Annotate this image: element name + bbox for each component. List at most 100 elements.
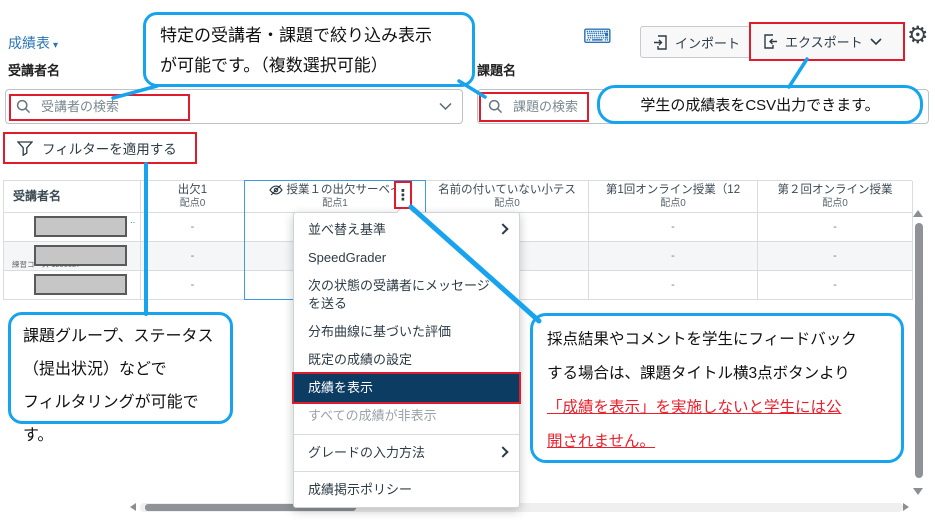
menu-item-6: すべての成績が非表示 <box>294 402 519 430</box>
grade-cell[interactable]: - <box>141 271 245 300</box>
callout-csv-export: 学生の成績表をCSV出力できます。 <box>597 85 923 124</box>
menu-item-5[interactable]: 成績を表示 <box>294 374 519 402</box>
name-redaction-box <box>34 274 127 295</box>
scroll-left-arrow[interactable] <box>130 503 136 511</box>
menu-item-2[interactable]: 次の状態の受講者にメッセージを送る <box>294 272 519 318</box>
column-title: 名前の付いていない小テス <box>438 184 576 197</box>
menu-item-label: すべての成績が非表示 <box>308 408 437 423</box>
apply-filters-button[interactable]: フィルターを適用する <box>3 132 197 164</box>
menu-item-label: 次の状態の受講者にメッセージを送る <box>308 278 490 311</box>
callout-line: が可能です。（複数選択可能） <box>160 51 458 81</box>
search-icon <box>16 99 31 114</box>
callout-feedback: 採点結果やコメントを学生にフィードバック する場合は、課題タイトル横3点ボタンよ… <box>530 313 904 463</box>
student-search-combobox[interactable] <box>5 89 463 124</box>
student-name-cell[interactable] <box>4 271 141 300</box>
grade-cell[interactable]: - <box>758 271 913 300</box>
import-button-label: インポート <box>675 33 740 52</box>
menu-item-1[interactable]: SpeedGrader <box>294 244 519 272</box>
column-header-1[interactable]: 出欠1配点0 <box>141 181 245 213</box>
column-title: 受講者名 <box>13 190 61 203</box>
column-title: 第２回オンライン授業 <box>778 184 893 197</box>
assignment-filter-label: 課題名 <box>477 60 516 79</box>
column-title: 出欠1 <box>178 184 207 197</box>
grade-cell[interactable]: - <box>141 242 245 271</box>
callout-line-red: 開されません。 <box>547 425 887 459</box>
export-icon <box>763 34 778 49</box>
student-search-input[interactable] <box>39 98 431 115</box>
menu-divider <box>294 471 519 472</box>
column-points: 配点1 <box>322 197 348 210</box>
menu-item-label: 成績を表示 <box>308 380 373 395</box>
column-points: 配点0 <box>180 197 206 210</box>
menu-item-label: 既定の成績の設定 <box>308 352 412 367</box>
scroll-up-arrow[interactable] <box>913 210 923 217</box>
page-title: 成績表 <box>8 35 50 51</box>
grade-cell[interactable]: - <box>589 271 758 300</box>
grades-hidden-eye-off-icon <box>269 184 283 196</box>
kebab-icon: ⋮ <box>396 186 411 204</box>
callout-line: （提出状況）などで <box>23 353 218 386</box>
funnel-icon <box>17 141 33 156</box>
gear-icon[interactable]: ⚙ <box>907 24 929 48</box>
chevron-right-icon <box>497 446 508 457</box>
menu-item-7[interactable]: グレードの入力方法 <box>294 439 519 467</box>
gradebook-menu-link[interactable]: 成績表▾ <box>8 33 58 53</box>
import-icon <box>653 35 668 50</box>
student-filter-label: 受講者名 <box>8 60 60 79</box>
column-options-menu: 並べ替え基準 SpeedGrader 次の状態の受講者にメッセージを送る分布曲線に基… <box>293 212 520 508</box>
callout-line: フィルタリングが可能です。 <box>23 386 218 452</box>
column-header-0[interactable]: 受講者名 <box>4 181 141 213</box>
search-icon <box>488 99 503 114</box>
callout-line-red: 「成績を表示」を実施しないと学生には公 <box>547 391 887 425</box>
menu-divider <box>294 434 519 435</box>
chevron-down-icon[interactable] <box>439 102 452 111</box>
grade-cell[interactable]: - <box>758 242 913 271</box>
chevron-down-icon <box>870 38 882 46</box>
grade-cell[interactable]: - <box>589 242 758 271</box>
scroll-down-arrow[interactable] <box>913 488 923 495</box>
column-title: 授業１の出欠サーベイ <box>287 184 402 197</box>
column-title: 第1回オンライン授業（12 <box>606 184 740 197</box>
grade-cell[interactable]: - <box>758 213 913 242</box>
chevron-right-icon <box>497 223 508 234</box>
export-button-label: エクスポート <box>785 32 863 51</box>
menu-item-4[interactable]: 既定の成績の設定 <box>294 346 519 374</box>
menu-item-label: 並べ替え基準 <box>308 222 386 237</box>
name-overflow-dots: ‥ <box>130 216 135 225</box>
column-header-3[interactable]: 名前の付いていない小テス配点0 <box>426 181 589 213</box>
import-button[interactable]: インポート <box>640 26 753 58</box>
apply-filters-label: フィルターを適用する <box>42 138 177 158</box>
menu-item-label: 成績掲示ポリシー <box>308 482 412 497</box>
grade-cell[interactable]: - <box>141 213 245 242</box>
menu-item-0[interactable]: 並べ替え基準 <box>294 216 519 244</box>
menu-item-8[interactable]: 成績掲示ポリシー <box>294 476 519 504</box>
column-points: 配点0 <box>660 197 686 210</box>
grade-cell[interactable]: - <box>589 213 758 242</box>
column-points: 配点0 <box>822 197 848 210</box>
menu-item-label: グレードの入力方法 <box>308 445 425 460</box>
callout-line: 学生の成績表をCSV出力できます。 <box>640 94 879 115</box>
vertical-scrollbar[interactable] <box>915 223 923 478</box>
column-header-4[interactable]: 第1回オンライン授業（12配点0 <box>589 181 758 213</box>
student-name-cell[interactable]: ‥ <box>4 213 141 242</box>
student-name-cell[interactable]: 練習コース 1200027 <box>4 242 141 271</box>
caret-down-icon: ▾ <box>53 40 58 51</box>
export-annotation-box: エクスポート <box>749 22 905 61</box>
callout-filter-search: 特定の受講者・課題で絞り込み表示 が可能です。（複数選択可能） <box>143 12 475 87</box>
callout-line: 課題グループ、ステータス <box>23 320 218 353</box>
callout-filter-groups: 課題グループ、ステータス （提出状況）などで フィルタリングが可能です。 <box>8 312 233 424</box>
export-button[interactable]: エクスポート <box>751 24 903 59</box>
callout-line: 特定の受講者・課題で絞り込み表示 <box>160 21 458 51</box>
menu-item-label: 分布曲線に基づいた評価 <box>308 324 451 339</box>
menu-item-3[interactable]: 分布曲線に基づいた評価 <box>294 318 519 346</box>
name-redaction-box <box>34 245 127 266</box>
menu-item-label: SpeedGrader <box>308 250 386 265</box>
name-redaction-box <box>34 216 127 237</box>
column-options-kebab-button[interactable]: ⋮ <box>394 181 412 209</box>
callout-line: 採点結果やコメントを学生にフィードバック <box>547 323 887 357</box>
column-points: 配点0 <box>494 197 520 210</box>
keyboard-shortcuts-icon[interactable]: ⌨ <box>583 27 612 47</box>
scroll-right-arrow[interactable] <box>903 503 909 511</box>
column-header-5[interactable]: 第２回オンライン授業配点0 <box>758 181 913 213</box>
callout-line: する場合は、課題タイトル横3点ボタンより <box>547 357 887 391</box>
